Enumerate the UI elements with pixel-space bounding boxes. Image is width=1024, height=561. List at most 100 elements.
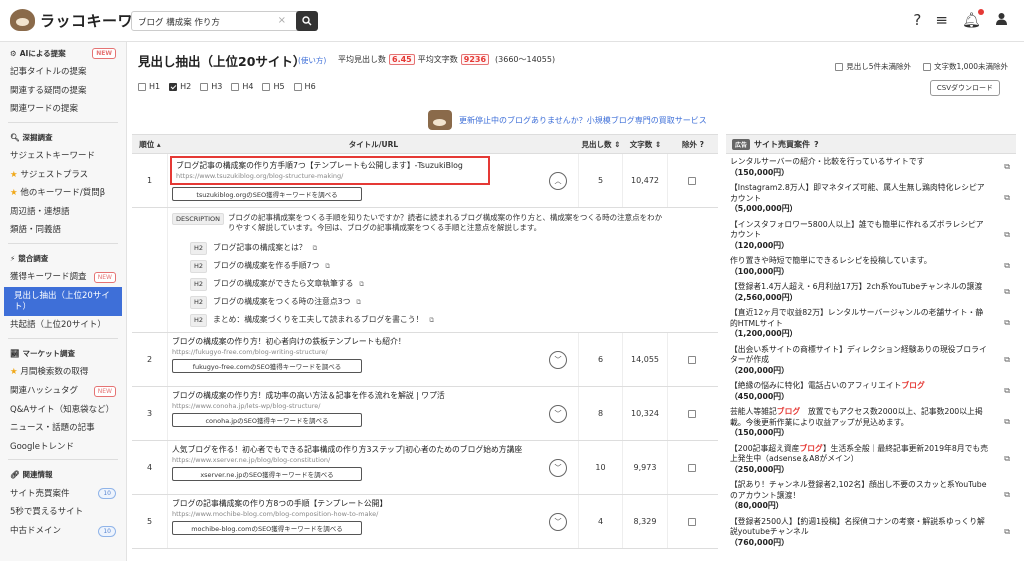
exclude-short-checkbox[interactable]: 文字数1,000未満除外 <box>923 61 1008 72</box>
exclude-checkbox[interactable] <box>687 517 696 526</box>
external-link-icon[interactable]: ⧉ <box>359 275 364 293</box>
promo-banner[interactable]: 更新停止中のブログありませんか？小規模ブログ専門の買取サービス <box>428 110 707 130</box>
ad-item[interactable]: 作り置きや時短で簡単にできるレシピを投稿しています。 （100,000円） ⧉ <box>726 253 1016 279</box>
result-title[interactable]: ブログ記事の構成案の作り方手順7つ【テンプレートも公開します】-TsuzukiB… <box>176 160 484 171</box>
filter-h1[interactable]: H1 <box>138 82 160 91</box>
external-link-icon[interactable]: ⧉ <box>429 311 434 329</box>
bell-icon[interactable]: 🔔︎ <box>962 9 984 29</box>
external-link-icon[interactable]: ⧉ <box>1004 490 1010 501</box>
ad-item[interactable]: 【200記事超え資産ブログ】生活系全般｜最終記事更新2019年8月でも売上発生中… <box>726 441 1016 478</box>
external-link-icon[interactable]: ⧉ <box>325 257 330 275</box>
exclude-checkbox[interactable] <box>687 409 696 418</box>
result-title[interactable]: ブログの構成案の作り方！初心者向けの鉄板テンプレートも紹介！ <box>172 336 574 347</box>
exclude-few-headings-checkbox[interactable]: 見出し5件未満除外 <box>835 61 911 72</box>
external-link-icon[interactable]: ⧉ <box>1004 527 1010 538</box>
ad-item[interactable]: レンタルサーバーの紹介・比較を行っているサイトです （150,000円） ⧉ <box>726 154 1016 180</box>
filter-h2[interactable]: H2 <box>169 82 191 91</box>
filter-h4[interactable]: H4 <box>231 82 253 91</box>
external-link-icon[interactable]: ⧉ <box>1004 162 1010 173</box>
external-link-icon[interactable]: ⧉ <box>1004 318 1010 329</box>
exclude-checkbox[interactable] <box>687 355 696 364</box>
sidebar-item-site-sales[interactable]: サイト売買案件 10 <box>0 484 126 503</box>
ad-item[interactable]: 【インスタフォロワー5800人以上】誰でも簡単に作れるズボラレシピアカウント （1… <box>726 217 1016 254</box>
seo-keyword-button[interactable]: xserver.ne.jpのSEO獲得キーワードを調べる <box>172 467 362 481</box>
result-url[interactable]: https://www.tsuzukiblog.org/blog-structu… <box>176 171 484 181</box>
external-link-icon[interactable]: ⧉ <box>1004 193 1010 204</box>
filter-h3[interactable]: H3 <box>200 82 222 91</box>
result-title[interactable]: ブログの記事構成案の作り方8つの手順【テンプレート公開】 <box>172 498 574 509</box>
result-title[interactable]: ブログの構成案の作り方！成功率の高い方法＆記事を作る流れを解説 | ワプ活 <box>172 390 574 401</box>
seo-keyword-button[interactable]: mochibe-blog.comのSEO獲得キーワードを調べる <box>172 521 362 535</box>
result-title[interactable]: 人気ブログを作る！初心者でもできる記事構成の作り方3ステップ|初心者のためのブロ… <box>172 444 574 455</box>
external-link-icon[interactable]: ⧉ <box>313 239 318 257</box>
expand-toggle[interactable]: ﹀ <box>549 350 567 369</box>
col-heads[interactable]: 見出し数 ⇕ <box>579 139 623 150</box>
filter-h5[interactable]: H5 <box>262 82 285 91</box>
expand-toggle[interactable]: ﹀ <box>549 512 567 531</box>
rakko-mascot-icon <box>10 9 35 31</box>
ad-item[interactable]: 芸能人等雑記ブログ 放置でもアクセス数2000以上、記事数200以上掲載。今後更… <box>726 404 1016 441</box>
csv-download-button[interactable]: CSVダウンロード <box>929 80 1000 96</box>
external-link-icon[interactable]: ⧉ <box>1004 417 1010 428</box>
expand-toggle[interactable]: ﹀ <box>549 404 567 423</box>
sidebar-item-google-trends[interactable]: Googleトレンド <box>0 438 126 457</box>
sidebar-item-qa[interactable]: Q&Aサイト（知恵袋など） <box>0 401 126 420</box>
ad-item[interactable]: 【直近12ヶ月で収益82万】レンタルサーバージャンルの老舗サイト・静的HTMLサ… <box>726 305 1016 342</box>
menu-icon[interactable]: ≡ <box>935 11 948 29</box>
external-link-icon[interactable]: ⧉ <box>1004 230 1010 241</box>
seo-keyword-button[interactable]: tsuzukiblog.orgのSEO獲得キーワードを調べる <box>172 187 362 201</box>
sidebar-item-suggest[interactable]: サジェストキーワード <box>0 147 126 166</box>
ad-item[interactable]: 【登録者2500人】【約週1投稿】名探偵コナンの考察・解説系ゆっくり解説yout… <box>726 514 1016 551</box>
external-link-icon[interactable]: ⧉ <box>1004 355 1010 366</box>
exclude-checkbox[interactable] <box>687 463 696 472</box>
sidebar-item-questions[interactable]: 関連する疑問の提案 <box>0 82 126 101</box>
collapse-toggle[interactable]: ︿ <box>549 171 567 190</box>
col-chars[interactable]: 文字数 ⇕ <box>623 139 668 150</box>
sidebar-item-5sec-site[interactable]: 5秒で買えるサイト <box>0 503 126 522</box>
col-exclude: 除外 ? <box>682 139 704 149</box>
external-link-icon[interactable]: ⧉ <box>1004 261 1010 272</box>
ad-price: （450,000円） <box>730 391 789 401</box>
seo-keyword-button[interactable]: fukugyo-free.comのSEO獲得キーワードを調べる <box>172 359 362 373</box>
ad-title: 【登録者2500人】【約週1投稿】名探偵コナンの考察・解説系ゆっくり解説yout… <box>730 516 985 537</box>
howto-link[interactable]: (使い方) <box>298 55 326 66</box>
col-rank[interactable]: 順位 ▴ <box>132 139 168 150</box>
result-url[interactable]: https://www.conoha.jp/lets-wp/blog-struc… <box>172 401 574 411</box>
filter-h6[interactable]: H6 <box>293 82 316 91</box>
expand-toggle[interactable]: ﹀ <box>549 458 567 477</box>
ad-item[interactable]: 【絶縁の悩みに特化】電話占いのアフィリエイトブログ （450,000円） ⧉ <box>726 378 1016 404</box>
ad-item[interactable]: 【訳あり！チャンネル登録者2,102名】顔出し不要のスカッと系YouTubeのア… <box>726 477 1016 514</box>
sidebar-item-synonyms[interactable]: 類語・同義語 <box>0 221 126 240</box>
sidebar-item-related-words[interactable]: 関連ワードの提案 <box>0 100 126 119</box>
external-link-icon[interactable]: ⧉ <box>356 293 361 311</box>
search-button[interactable] <box>296 11 318 31</box>
sidebar-item-associations[interactable]: 周辺語・連想語 <box>0 203 126 222</box>
ad-item[interactable]: 【登録者1.4万人超え・6月利益17万】2ch系YouTubeチャンネルの譲渡（… <box>726 279 1016 305</box>
sidebar-item-monthly-volume[interactable]: ★ 月間検索数の取得 <box>0 363 126 382</box>
result-url[interactable]: https://www.mochibe-blog.com/blog-compos… <box>172 509 574 519</box>
external-link-icon[interactable]: ⧉ <box>1004 454 1010 465</box>
sidebar-item-other-keywords[interactable]: ★ 他のキーワード/質問β <box>0 184 126 203</box>
clear-icon[interactable]: × <box>278 15 286 26</box>
sidebar-item-used-domain[interactable]: 中古ドメイン 10 <box>0 522 126 541</box>
external-link-icon[interactable]: ⧉ <box>1004 386 1010 397</box>
result-url[interactable]: https://fukugyo-free.com/blog-writing-st… <box>172 347 574 357</box>
seo-keyword-button[interactable]: conoha.jpのSEO獲得キーワードを調べる <box>172 413 362 427</box>
sidebar-item-heading-extract[interactable]: 見出し抽出（上位20サイト） <box>4 287 122 317</box>
sidebar-item-hashtag[interactable]: 関連ハッシュタグ NEW <box>0 382 126 401</box>
heading-item: H2 ブログの構成案ができたら文章執筆する ⧉ <box>190 275 714 293</box>
result-url[interactable]: https://www.xserver.ne.jp/blog/blog-cons… <box>172 455 574 465</box>
ad-item[interactable]: 【Instagram2.8万人】即マネタイズ可能、属人生無し鶏肉特化レシピアカウ… <box>726 180 1016 217</box>
sidebar-item-cooccurrence[interactable]: 共起語（上位20サイト） <box>0 316 126 335</box>
help-icon[interactable]: ? <box>913 11 921 29</box>
heading-list: H2 ブログ記事の構成案とは？ ⧉ H2 ブログの構成案を作る手順7つ ⧉ H2 ブログの… <box>190 239 714 329</box>
user-icon[interactable] <box>995 11 1008 29</box>
sidebar-item-acquired-keywords[interactable]: 獲得キーワード調査 NEW <box>0 268 126 287</box>
search-input[interactable]: ブログ 構成案 作り方 × <box>131 11 317 31</box>
sidebar-item-title-suggest[interactable]: 記事タイトルの提案 <box>0 63 126 82</box>
exclude-checkbox[interactable] <box>687 176 696 185</box>
sidebar-item-suggest-plus[interactable]: ★ サジェストプラス <box>0 166 126 185</box>
ad-item[interactable]: 【出会い系サイトの商標サイト】ディレクション経験ありの現役ブロライターが作成 （2… <box>726 342 1016 379</box>
sidebar-item-news[interactable]: ニュース・話題の記事 <box>0 419 126 438</box>
external-link-icon[interactable]: ⧉ <box>1004 287 1010 298</box>
